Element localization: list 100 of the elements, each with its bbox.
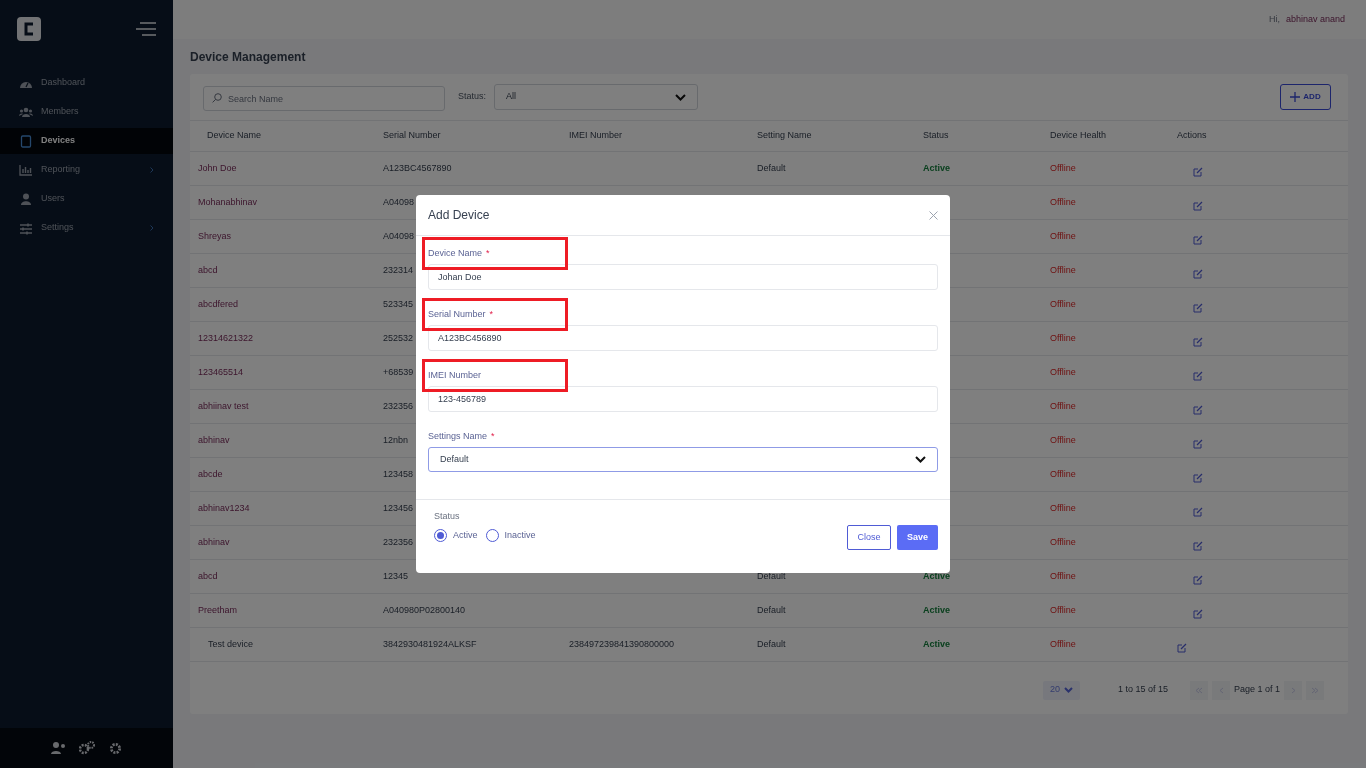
required-mark: * — [486, 246, 490, 260]
table-cell: 232356 — [383, 400, 414, 411]
settings-name-dropdown[interactable]: Default — [428, 447, 938, 472]
edit-icon[interactable] — [1193, 200, 1203, 211]
edit-icon[interactable] — [1193, 506, 1203, 517]
table-cell: Default — [757, 162, 786, 173]
table-cell: abcd — [198, 264, 218, 275]
column-header: Status — [923, 129, 950, 143]
table-cell: abhinav1234 — [198, 502, 250, 513]
required-mark: * — [489, 307, 494, 321]
user-icon — [19, 192, 33, 206]
table-cell: A04098 — [383, 230, 415, 241]
column-header: Actions — [1177, 129, 1208, 143]
record-range: 1 to 15 of 15 — [1118, 683, 1169, 697]
table-cell: 123465514 — [198, 366, 244, 377]
table-cell: 12314621322 — [198, 332, 254, 343]
table-cell: Offline — [1050, 536, 1076, 547]
edit-icon[interactable] — [1193, 166, 1203, 177]
table-cell: Offline — [1050, 434, 1076, 445]
table-cell: Active — [923, 570, 950, 581]
edit-icon[interactable] — [1193, 370, 1203, 381]
edit-icon[interactable] — [1193, 404, 1203, 415]
table-cell: abcdfered — [198, 298, 239, 309]
close-icon[interactable] — [929, 210, 938, 220]
sidebar-item[interactable]: Dashboard — [0, 70, 173, 96]
table-cell: Active — [923, 638, 950, 649]
save-button[interactable]: Save — [897, 525, 938, 550]
edit-icon[interactable] — [1193, 472, 1203, 483]
table-cell: 238497239841390800000 — [569, 638, 675, 649]
edit-icon[interactable] — [1193, 608, 1203, 619]
table-cell: abcd — [198, 570, 218, 581]
sidebar-item[interactable]: Users — [0, 186, 173, 212]
table-cell: 12nbn — [383, 434, 409, 445]
text-input-field[interactable]: A123BC456890 — [428, 325, 938, 351]
table-cell: 123458 — [383, 468, 414, 479]
column-header: IMEI Number — [569, 129, 623, 143]
close-button[interactable]: Close — [847, 525, 891, 550]
edit-icon[interactable] — [1193, 438, 1203, 449]
table-cell: abcde — [198, 468, 223, 479]
user-name[interactable]: abhinav anand — [1285, 12, 1345, 27]
edit-icon[interactable] — [1193, 336, 1203, 347]
sliders-icon — [19, 221, 33, 235]
edit-icon[interactable] — [1193, 540, 1203, 551]
table-cell: Offline — [1050, 264, 1076, 275]
edit-icon[interactable] — [1193, 268, 1203, 279]
table-cell: Offline — [1050, 570, 1076, 581]
logo-icon — [17, 17, 41, 41]
table-cell: Offline — [1050, 332, 1076, 343]
text-input-field[interactable]: 123-456789 — [428, 386, 938, 412]
field-label: Settings Name — [428, 429, 488, 443]
table-cell: Offline — [1050, 230, 1076, 241]
chevron-down-icon — [675, 93, 686, 101]
sidebar-item[interactable]: Devices — [0, 128, 173, 154]
settings-icon[interactable] — [109, 741, 122, 755]
table-cell: abhinav — [198, 536, 230, 547]
edit-icon[interactable] — [1177, 642, 1187, 653]
people-icon — [19, 105, 33, 119]
table-cell: Offline — [1050, 162, 1076, 173]
page-indicator: Page 1 of 1 — [1234, 683, 1281, 697]
search-field[interactable]: Search Name — [203, 86, 445, 111]
table-cell: abhinav — [198, 434, 230, 445]
sidebar-item[interactable]: Reporting — [0, 157, 173, 183]
table-cell: Offline — [1050, 502, 1076, 513]
table-cell: A040980P02800140 — [383, 604, 466, 615]
table-cell: 252532 — [383, 332, 414, 343]
column-header: Serial Number — [383, 129, 442, 143]
add-button[interactable]: ADD — [1280, 84, 1331, 110]
gears-icon[interactable] — [79, 741, 95, 755]
menu-icon[interactable] — [136, 22, 156, 36]
table-cell: Preetham — [198, 604, 238, 615]
status-radio-option[interactable]: Inactive — [485, 528, 536, 542]
table-cell: John Doe — [198, 162, 237, 173]
table-cell: +68539 — [383, 366, 414, 377]
user-settings-icon[interactable] — [51, 742, 65, 754]
search-icon — [212, 92, 222, 103]
sidebar-item[interactable]: Members — [0, 99, 173, 125]
table-cell: Offline — [1050, 638, 1076, 649]
field-label: Device Name — [428, 246, 483, 260]
table-cell: 232356 — [383, 536, 414, 547]
table-cell: Active — [923, 604, 950, 615]
edit-icon[interactable] — [1193, 574, 1203, 585]
edit-icon[interactable] — [1193, 234, 1203, 245]
table-cell: 12345 — [383, 570, 409, 581]
field-label: IMEI Number — [428, 368, 481, 382]
greeting-text: Hi, — [1268, 12, 1280, 26]
sidebar-item[interactable]: Settings — [0, 215, 173, 241]
tablet-icon — [19, 134, 33, 148]
column-header: Device Name — [206, 129, 263, 143]
edit-icon[interactable] — [1193, 302, 1203, 313]
text-input-field[interactable]: Johan Doe — [428, 264, 938, 290]
status-radio-option[interactable]: Active — [434, 528, 478, 542]
field-label: Serial Number — [428, 307, 486, 321]
table-cell: Offline — [1050, 196, 1076, 207]
table-cell: Offline — [1050, 366, 1076, 377]
status-filter-label: Status: — [458, 90, 486, 104]
page-size-dropdown[interactable]: 20 — [1043, 680, 1080, 700]
table-cell: Offline — [1050, 298, 1076, 309]
status-filter-dropdown[interactable]: All — [494, 84, 698, 110]
column-header: Device Health — [1050, 129, 1108, 143]
table-cell: Active — [923, 162, 950, 173]
